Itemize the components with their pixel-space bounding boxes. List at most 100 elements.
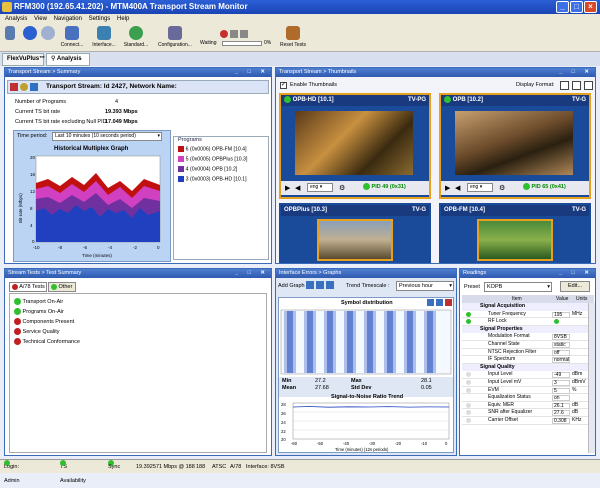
connect-label: Connect... (60, 42, 84, 48)
status-dot (466, 402, 471, 408)
test-item[interactable]: Transport On-Air (14, 298, 63, 305)
section-label: Signal Quality (480, 363, 515, 370)
thumbnail-controls: ▶ ◀ eng ▾ ⚙ PID 49 (0x31) (281, 181, 429, 195)
tab-other[interactable]: Other (48, 282, 76, 292)
preset-select[interactable]: KOPB ▾ (484, 282, 552, 292)
section-signal-quality[interactable]: Signal Quality (462, 363, 588, 372)
maximize-button[interactable]: □ (570, 1, 583, 13)
stop-icon[interactable] (230, 30, 238, 38)
pause-icon[interactable] (240, 30, 248, 38)
format-single-icon[interactable] (560, 81, 569, 90)
menu-settings[interactable]: Settings (89, 16, 111, 22)
panel-window-buttons[interactable]: _ □ ✕ (559, 68, 593, 77)
menu-view[interactable]: View (34, 16, 47, 22)
edit-button-label: Edit... (567, 283, 583, 289)
language-select[interactable]: eng ▾ (307, 183, 333, 192)
graph-maximize-icon[interactable] (436, 299, 443, 306)
time-period-select[interactable]: Last 10 minutes (10 seconds period) ▾ (52, 132, 162, 141)
test-item[interactable]: Service Quality (14, 328, 60, 335)
status-dot (14, 298, 21, 305)
menu-help[interactable]: Help (117, 16, 129, 22)
video-frame (295, 111, 413, 175)
play-icon[interactable]: ▶ (445, 184, 450, 192)
status-dot (14, 328, 21, 335)
speaker-icon[interactable]: ◀ (455, 184, 460, 192)
thumbnail-opb-fm[interactable]: OPB-FM [10.4] TV-G (439, 203, 591, 263)
legend-item[interactable]: 6 (0x0006) OPB-FM [10.4] (178, 146, 247, 153)
play-icon[interactable]: ▶ (285, 184, 290, 192)
menu-toggle-button[interactable] (4, 26, 16, 50)
sync-label: Sync (108, 464, 121, 470)
stat-mean-value: 27.68 (315, 385, 329, 391)
reading-name: Equalization Status (488, 394, 531, 401)
panel-window-buttons[interactable]: _ □ ✕ (235, 68, 269, 77)
add-graph-icon[interactable] (306, 281, 314, 289)
panel-window-buttons[interactable]: _ □ ✕ (559, 269, 593, 278)
add-graph-icon[interactable] (316, 281, 324, 289)
programs-count-value: 4 (115, 99, 119, 105)
standard-button[interactable]: Standard... (121, 26, 151, 50)
settings-icon[interactable]: ⚙ (339, 184, 345, 192)
status-dot (14, 318, 21, 325)
format-list-icon[interactable] (584, 81, 593, 90)
chevron-down-icon: ▾ (157, 133, 160, 139)
settings-icon[interactable]: ⚙ (499, 184, 505, 192)
reading-unit: % (572, 386, 577, 393)
test-item[interactable]: Technical Conformance (14, 338, 80, 345)
tab-flexvuplus[interactable]: FlexVuPlus™ (2, 53, 45, 66)
ts-bitrate-value: 19.393 Mbps (105, 109, 138, 115)
status-a78: A/78 (230, 464, 242, 470)
info-icon[interactable] (30, 83, 38, 91)
test-item[interactable]: Components Present (14, 318, 74, 325)
interface-button[interactable]: Interface... (89, 26, 119, 50)
forward-button[interactable] (40, 26, 56, 50)
stat-max-value: 28.1 (421, 378, 432, 384)
minimize-button[interactable]: _ (556, 1, 569, 13)
x-tick: -8 (58, 245, 62, 250)
graph-minimize-icon[interactable] (427, 299, 434, 306)
tab-analysis[interactable]: ⚲ Analysis (46, 53, 90, 66)
thumbnail-name: OPB [10.2] (452, 97, 484, 103)
reading-unit: dB (572, 409, 579, 416)
enable-thumbnails-checkbox[interactable]: ✓ (280, 82, 287, 89)
hamburger-icon (5, 26, 15, 40)
speaker-icon[interactable]: ◀ (295, 184, 300, 192)
graph-close-icon[interactable] (445, 299, 452, 306)
snr-x-tick: -60 (291, 441, 298, 446)
readings-scrollbar[interactable] (588, 303, 595, 453)
time-period-label: Time period: (17, 133, 48, 139)
menu-analysis[interactable]: Analysis (5, 16, 27, 22)
add-graph-icon[interactable] (326, 281, 334, 289)
chevron-down-icon: ▾ (547, 284, 550, 290)
configuration-label: Configuration... (158, 42, 192, 48)
format-grid-icon[interactable] (572, 81, 581, 90)
section-signal-properties[interactable]: Signal Properties (462, 325, 588, 334)
record-icon[interactable] (220, 30, 228, 38)
export-icon[interactable] (20, 83, 28, 91)
thumbnail-opb-hd[interactable]: OPB-HD [10.1] TV-PG ▶ ◀ eng ▾ ⚙ PID 49 (0… (279, 93, 431, 199)
connect-button[interactable]: Connect... (58, 26, 86, 50)
thumbnail-opbplus[interactable]: OPBPlus [10.3] TV-G (279, 203, 431, 263)
menu-navigation[interactable]: Navigation (54, 16, 82, 22)
panel-window-buttons[interactable]: _ □ ✕ (235, 269, 269, 278)
legend-item[interactable]: 5 (0x0005) OPBPlus [10.3] (178, 156, 247, 163)
test-label: Service Quality (22, 328, 60, 335)
edit-button[interactable]: Edit... (560, 281, 590, 292)
configuration-button[interactable]: Configuration... (155, 26, 195, 50)
reading-row: Equalization Status on (462, 394, 588, 402)
legend-item[interactable]: 3 (0x0003) OPB-HD [10.1] (178, 176, 247, 183)
trend-timescale-select[interactable]: Previous hour ▾ (396, 281, 454, 291)
language-value: eng (310, 184, 319, 190)
test-item[interactable]: Programs On-Air (14, 308, 64, 315)
section-signal-acquisition[interactable]: Signal Acquisition (462, 303, 588, 311)
reset-tests-button[interactable]: Reset Tests (278, 26, 308, 50)
language-select[interactable]: eng ▾ (467, 183, 493, 192)
thumbnails-panel: Transport Stream > Thumbnails _ □ ✕ ✓ Ena… (275, 67, 596, 264)
tab-a78-tests[interactable]: A/78 Tests (9, 282, 47, 292)
close-button[interactable]: × (584, 1, 597, 13)
legend-label: 3 (0x0003) OPB-HD [10.1] (185, 176, 247, 183)
legend-item[interactable]: 4 (0x0004) OPB [10.2] (178, 166, 237, 173)
thumbnail-opb[interactable]: OPB [10.2] TV-G ▶ ◀ eng ▾ ⚙ PID 65 (0x41) (439, 93, 591, 199)
trend-timescale-label: Trend Timescale : (346, 283, 390, 289)
back-button[interactable] (22, 26, 38, 50)
